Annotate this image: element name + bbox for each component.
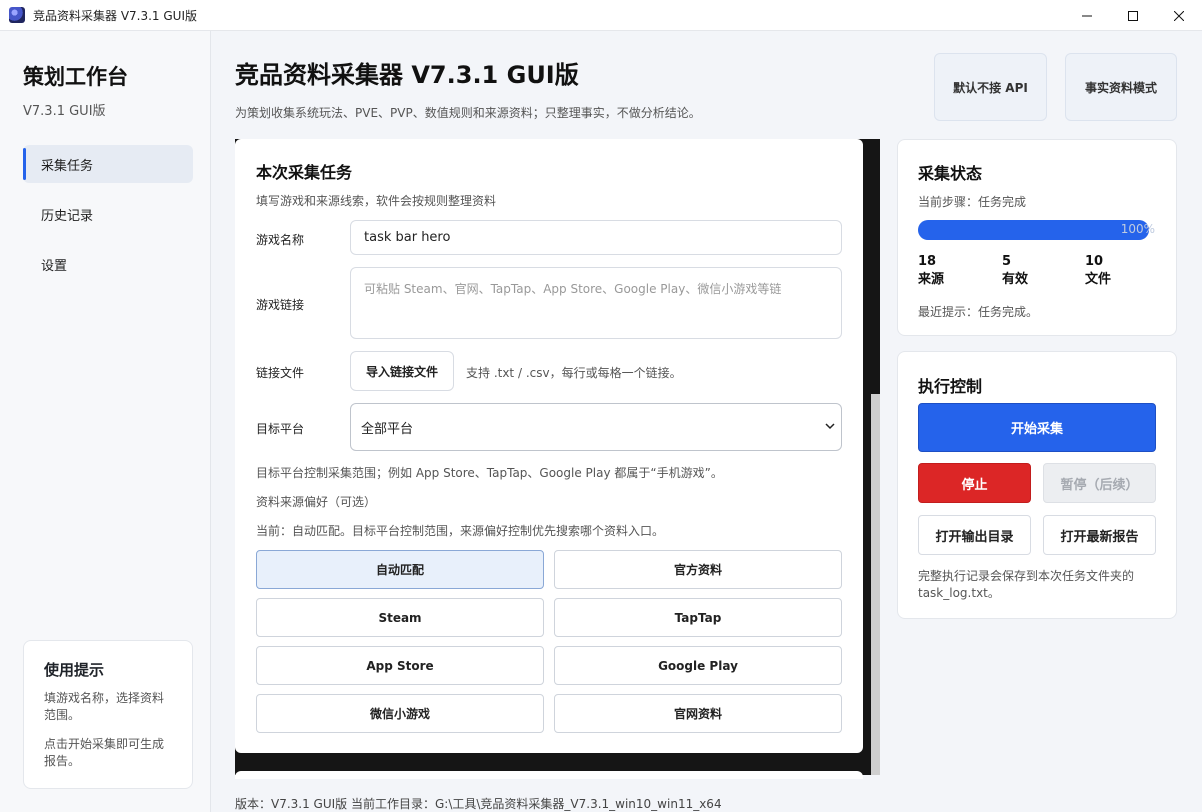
stat-label: 有效 (1002, 272, 1029, 287)
platform-select[interactable]: 全部平台 (350, 403, 842, 451)
control-title: 执行控制 (918, 377, 983, 396)
tips-title: 使用提示 (44, 661, 105, 679)
maximize-icon (1128, 10, 1138, 21)
status-card: 采集状态 当前步骤：任务完成 100% 18 来源 5 有效 10 文件 最近提… (897, 139, 1177, 336)
source-label: Google Play (658, 658, 738, 673)
source-label: 官方资料 (673, 563, 722, 577)
source-appstore-button[interactable]: App Store (256, 646, 544, 685)
source-googleplay-button[interactable]: Google Play (554, 646, 842, 685)
source-label: 自动匹配 (375, 563, 424, 577)
game-name-value: task bar hero (364, 230, 451, 245)
button-label: 打开最新报告 (1060, 529, 1139, 545)
import-link-file-button[interactable]: 导入链接文件 (350, 351, 454, 391)
app-logo-icon (9, 7, 25, 23)
control-card: 执行控制 开始采集 停止 暂停（后续） 打开输出目录 打开最新报告 完整执行记录… (897, 351, 1177, 619)
stat-value: 5 (1002, 254, 1012, 269)
platform-value: 全部平台 (361, 421, 414, 437)
status-footer: 版本：V7.3.1 GUI版 当前工作目录：G:\工具\竞品资料采集器_V7.3… (235, 797, 722, 811)
progress-bar: 100% (918, 220, 1155, 240)
stop-button[interactable]: 停止 (918, 463, 1031, 503)
sidebar: 策划工作台 V7.3.1 GUI版 采集任务 历史记录 设置 使用提示 填游戏名… (0, 31, 211, 812)
start-collect-button[interactable]: 开始采集 (918, 403, 1156, 452)
sidebar-item-history[interactable]: 历史记录 (23, 195, 193, 233)
stat-label: 来源 (918, 272, 945, 287)
open-output-button[interactable]: 打开输出目录 (918, 515, 1031, 555)
task-hint: 填写游戏和来源线索，软件会按规则整理资料 (256, 194, 497, 208)
platform-note: 目标平台控制采集范围；例如 App Store、TapTap、Google Pl… (256, 466, 723, 480)
sidebar-item-settings[interactable]: 设置 (23, 245, 193, 283)
button-label: 打开输出目录 (935, 529, 1014, 545)
source-label: Steam (378, 610, 422, 625)
sidebar-item-collect-task[interactable]: 采集任务 (23, 145, 193, 183)
control-note: 完整执行记录会保存到本次任务文件夹的 task_log.txt。 (918, 569, 1135, 600)
source-wechat-button[interactable]: 微信小游戏 (256, 694, 544, 733)
source-current: 当前：自动匹配。目标平台控制范围，来源偏好控制优先搜索哪个资料入口。 (256, 524, 665, 538)
badge-label: 默认不接 API (953, 80, 1028, 95)
close-button[interactable] (1156, 0, 1202, 31)
tips-line: 点击开始采集即可生成报告。 (44, 737, 165, 768)
stat-label: 文件 (1085, 272, 1112, 287)
button-label: 停止 (961, 477, 988, 493)
stat-files: 10 文件 (1085, 253, 1111, 289)
scrollbar[interactable] (871, 394, 880, 775)
sidebar-item-label: 采集任务 (41, 158, 94, 174)
source-website-button[interactable]: 官网资料 (554, 694, 842, 733)
source-official-button[interactable]: 官方资料 (554, 550, 842, 589)
close-icon (1174, 10, 1184, 21)
task-card: 本次采集任务 填写游戏和来源线索，软件会按规则整理资料 游戏名称 task ba… (235, 139, 863, 753)
platform-label: 目标平台 (256, 422, 305, 436)
last-hint: 最近提示：任务完成。 (918, 305, 1039, 319)
sidebar-item-label: 设置 (41, 258, 68, 274)
button-label: 暂停（后续） (1060, 477, 1139, 493)
maximize-button[interactable] (1110, 0, 1156, 31)
progress-text: 100% (1120, 222, 1155, 236)
open-report-button[interactable]: 打开最新报告 (1043, 515, 1156, 555)
source-label: 微信小游戏 (369, 707, 430, 721)
game-link-label: 游戏链接 (256, 298, 305, 312)
game-name-input[interactable]: task bar hero (350, 220, 842, 255)
page-subtitle: 为策划收集系统玩法、PVE、PVP、数值规则和来源资料；只整理事实，不做分析结论… (235, 106, 701, 120)
page-title: 竞品资料采集器 V7.3.1 GUI版 (235, 61, 579, 89)
sidebar-version: V7.3.1 GUI版 (23, 104, 106, 119)
source-label: 官网资料 (673, 707, 722, 721)
game-link-textarea[interactable]: 可粘贴 Steam、官网、TapTap、App Store、Google Pla… (350, 267, 842, 339)
chevron-down-icon (825, 423, 835, 430)
sidebar-brand: 策划工作台 (23, 65, 128, 89)
source-auto-button[interactable]: 自动匹配 (256, 550, 544, 589)
tips-line: 填游戏名称，选择资料范围。 (44, 691, 165, 722)
source-taptap-button[interactable]: TapTap (554, 598, 842, 637)
import-button-label: 导入链接文件 (365, 364, 438, 379)
source-label: App Store (366, 658, 434, 673)
import-hint: 支持 .txt / .csv，每行或每格一个链接。 (466, 366, 682, 380)
source-steam-button[interactable]: Steam (256, 598, 544, 637)
game-name-label: 游戏名称 (256, 233, 305, 247)
button-label: 开始采集 (1010, 422, 1063, 437)
fact-mode-badge: 事实资料模式 (1065, 53, 1177, 121)
link-file-label: 链接文件 (256, 366, 305, 380)
game-link-placeholder: 可粘贴 Steam、官网、TapTap、App Store、Google Pla… (364, 282, 782, 296)
pause-button[interactable]: 暂停（后续） (1043, 463, 1156, 503)
progress-fill (918, 220, 1149, 240)
stat-value: 10 (1085, 254, 1104, 269)
status-step: 当前步骤：任务完成 (918, 195, 1027, 209)
usage-tips-card: 使用提示 填游戏名称，选择资料范围。 点击开始采集即可生成报告。 (23, 640, 193, 789)
minimize-icon (1082, 15, 1092, 16)
window-title: 竞品资料采集器 V7.3.1 GUI版 (33, 8, 197, 23)
stat-valid: 5 有效 (1002, 253, 1028, 289)
stat-value: 18 (918, 254, 937, 269)
task-title: 本次采集任务 (256, 163, 353, 182)
no-api-badge: 默认不接 API (934, 53, 1047, 121)
source-pref-label: 资料来源偏好（可选） (256, 495, 377, 509)
next-card-edge (235, 771, 863, 779)
status-title: 采集状态 (918, 164, 983, 183)
minimize-button[interactable] (1064, 0, 1110, 31)
sidebar-item-label: 历史记录 (41, 208, 94, 224)
window-titlebar: 竞品资料采集器 V7.3.1 GUI版 (0, 0, 1202, 31)
stat-sources: 18 来源 (918, 253, 944, 289)
badge-label: 事实资料模式 (1084, 80, 1157, 95)
source-label: TapTap (674, 610, 722, 625)
